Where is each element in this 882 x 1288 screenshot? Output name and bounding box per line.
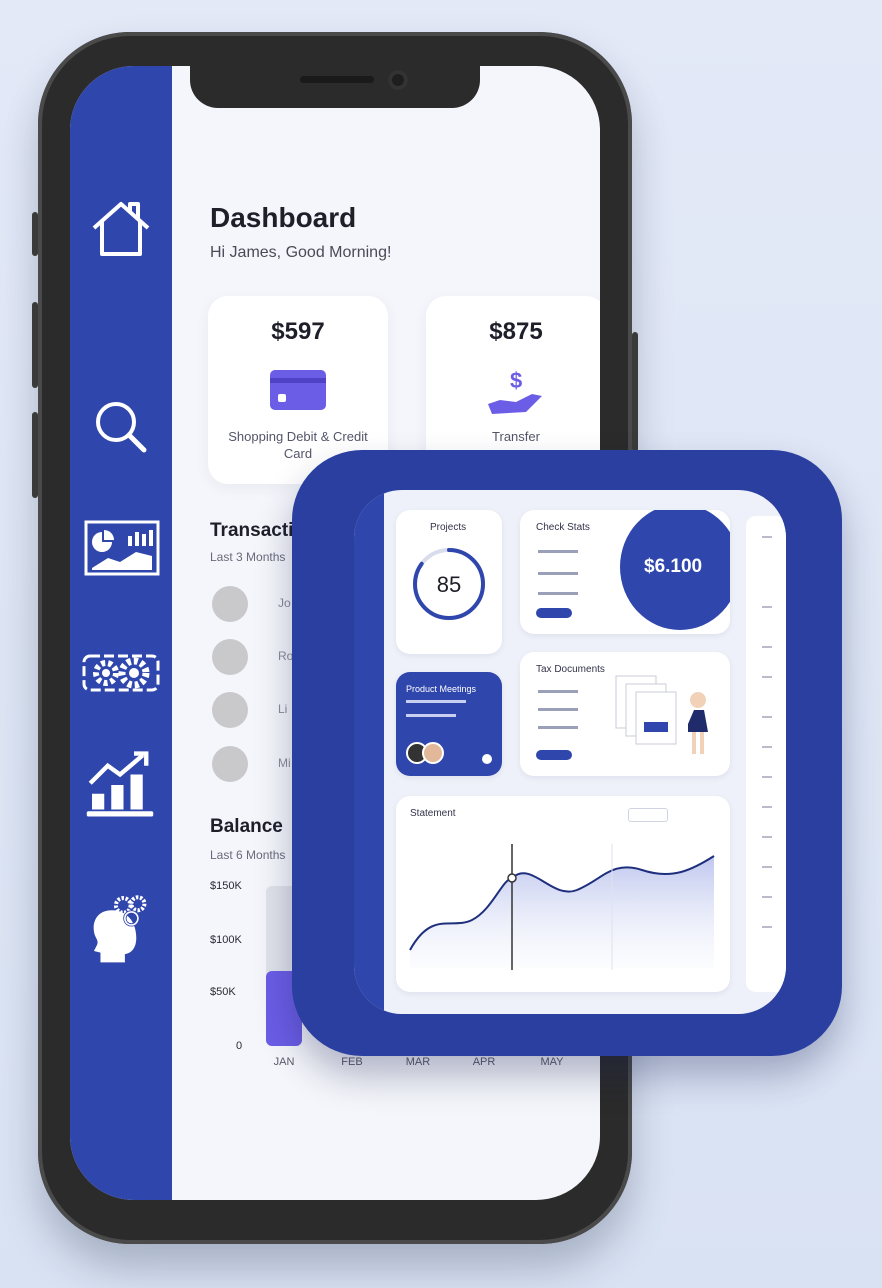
statement-tile[interactable]: Statement: [396, 796, 730, 992]
phone-side-button: [32, 212, 38, 256]
phone-power-button: [632, 332, 638, 452]
progress-tile[interactable]: Projects 85: [396, 510, 502, 654]
money-hand-icon: $: [486, 366, 546, 416]
search-icon[interactable]: [86, 392, 156, 462]
preview-right-column: [746, 516, 786, 992]
card-amount: $597: [271, 318, 325, 345]
progress-value: 85: [436, 572, 462, 597]
documents-illustration: [615, 675, 708, 754]
app-preview-card: Projects 85 Check Stats $6.100 Product M…: [292, 450, 842, 1056]
y-tick-label: $50K: [210, 986, 236, 998]
statement-line-chart: [409, 844, 715, 970]
balance-subtitle: Last 6 Months: [210, 848, 286, 862]
balance-title: Balance: [210, 816, 283, 837]
app-preview-screen: Projects 85 Check Stats $6.100 Product M…: [354, 490, 786, 1014]
x-tick-label: MAR: [405, 1056, 431, 1068]
svg-text:$: $: [510, 368, 522, 393]
avatar: [212, 692, 248, 728]
meetings-tile[interactable]: Product Meetings: [396, 672, 502, 776]
transaction-name: Jo: [278, 596, 291, 610]
x-tick-label: FEB: [341, 1056, 363, 1068]
transaction-name: Li: [278, 702, 288, 716]
avatar: [212, 639, 248, 675]
preview-sidebar: [354, 490, 384, 1014]
view-button[interactable]: [536, 608, 572, 618]
ai-brain-icon[interactable]: [82, 894, 158, 964]
growth-chart-icon[interactable]: [80, 750, 160, 820]
y-tick-label: $100K: [210, 934, 242, 946]
tile-title: Check Stats: [536, 522, 590, 533]
phone-volume-down: [32, 412, 38, 498]
stats-amount: $6.100: [644, 556, 703, 577]
documents-tile[interactable]: Tax Documents: [520, 652, 730, 776]
view-button[interactable]: [536, 750, 572, 760]
avatar: [212, 586, 248, 622]
tile-title: Tax Documents: [536, 664, 605, 675]
transaction-name: Mi: [278, 756, 291, 770]
x-tick-label: APR: [472, 1056, 496, 1068]
x-tick-label: MAY: [540, 1056, 564, 1068]
chevron-right-icon[interactable]: [482, 754, 492, 764]
transactions-subtitle: Last 3 Months: [210, 550, 286, 564]
y-tick-label: $150K: [210, 880, 242, 892]
page-title: Dashboard: [210, 202, 357, 233]
period-select[interactable]: [628, 808, 668, 822]
card-amount: $875: [489, 318, 543, 345]
settings-icon[interactable]: [78, 638, 164, 708]
home-icon[interactable]: [86, 194, 156, 264]
credit-card-icon: [268, 366, 328, 416]
greeting-text: Hi James, Good Morning!: [210, 244, 392, 261]
stats-tile[interactable]: Check Stats $6.100: [520, 510, 730, 634]
tile-title: Statement: [410, 808, 456, 819]
tile-title: Product Meetings: [406, 684, 477, 694]
avatar: [422, 742, 444, 764]
card-label: Transfer: [492, 429, 540, 444]
tile-title: Projects: [430, 522, 467, 533]
avatar: [212, 746, 248, 782]
phone-volume-up: [32, 302, 38, 388]
x-tick-label: JAN: [273, 1056, 295, 1068]
analytics-icon[interactable]: [84, 514, 160, 584]
sidebar: [70, 66, 172, 1200]
